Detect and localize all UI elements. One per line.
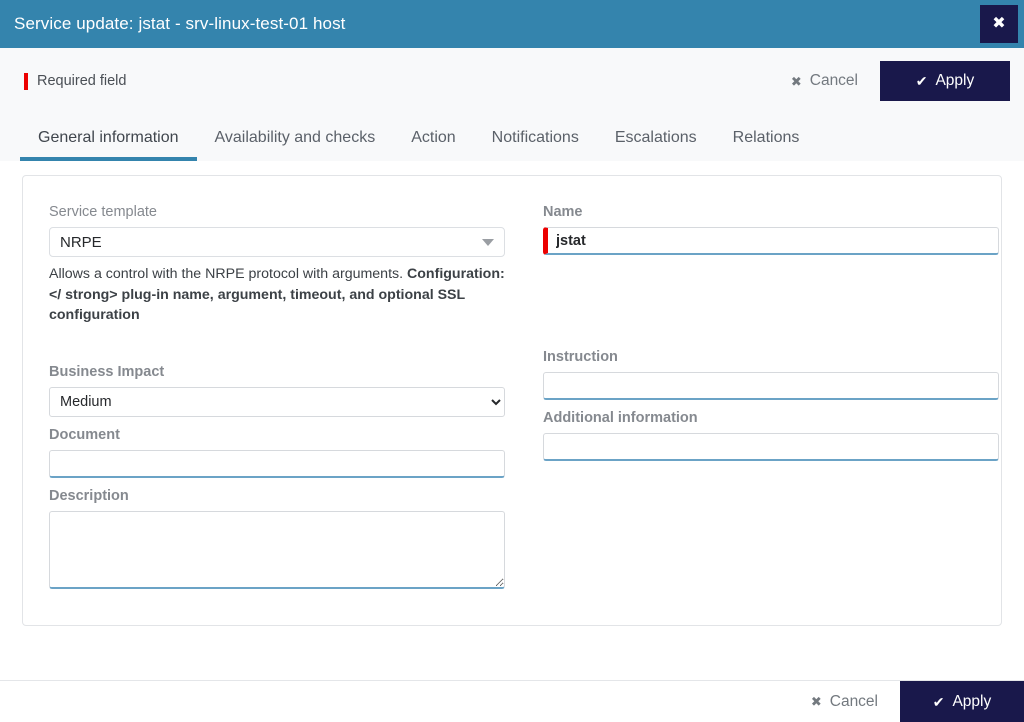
- check-icon: ✔: [932, 694, 945, 710]
- cancel-button-bottom[interactable]: ✖ Cancel: [803, 687, 886, 717]
- apply-button-label: Apply: [935, 72, 975, 89]
- tab-escalations[interactable]: Escalations: [597, 114, 715, 161]
- instruction-label: Instruction: [543, 349, 618, 365]
- tab-label: Relations: [732, 128, 800, 146]
- cancel-button-top[interactable]: ✖ Cancel: [783, 66, 866, 96]
- check-icon: ✔: [915, 73, 928, 89]
- dialog-body: Service template NRPE Allows a control w…: [0, 161, 1024, 680]
- field-name: Name: [543, 204, 999, 255]
- description-textarea[interactable]: [49, 510, 505, 589]
- form-column-left: Service template NRPE Allows a control w…: [49, 194, 505, 607]
- document-label: Document: [49, 426, 120, 443]
- required-field-legend: Required field: [24, 72, 127, 90]
- close-icon: ✖: [790, 73, 802, 89]
- apply-button-bottom[interactable]: ✔ Apply: [900, 681, 1024, 722]
- dialog-titlebar: Service update: jstat - srv-linux-test-0…: [0, 0, 1024, 48]
- additional-information-input[interactable]: [543, 433, 999, 461]
- dialog-title: Service update: jstat - srv-linux-test-0…: [14, 14, 346, 33]
- apply-button-label: Apply: [952, 693, 992, 710]
- apply-button-top[interactable]: ✔ Apply: [880, 61, 1010, 101]
- business-impact-select[interactable]: Medium: [49, 386, 505, 417]
- field-instruction: Instruction: [543, 349, 999, 400]
- tab-label: Action: [411, 128, 456, 146]
- field-additional-information: Additional information: [543, 410, 999, 461]
- service-template-help: Allows a control with the NRPE protocol …: [49, 264, 505, 326]
- dialog-toolbar: Required field ✖ Cancel ✔ Apply: [0, 48, 1024, 114]
- name-label: Name: [543, 204, 583, 220]
- tab-action[interactable]: Action: [393, 114, 473, 161]
- dialog-footer: ✖ Cancel ✔ Apply: [0, 680, 1024, 722]
- toolbar-actions: ✖ Cancel ✔ Apply: [783, 61, 1010, 101]
- tab-notifications[interactable]: Notifications: [474, 114, 597, 161]
- document-input[interactable]: [49, 449, 505, 478]
- close-icon: ✖: [810, 694, 822, 709]
- tab-bar: General information Availability and che…: [0, 114, 1024, 161]
- field-description: Description: [49, 488, 505, 594]
- service-template-help-line1: Allows a control with the NRPE protocol …: [49, 266, 404, 282]
- field-business-impact: Business Impact Medium: [49, 364, 505, 417]
- tab-availability-and-checks[interactable]: Availability and checks: [197, 114, 394, 161]
- name-input[interactable]: [543, 227, 999, 255]
- tab-general-information[interactable]: General information: [20, 114, 197, 161]
- general-information-panel: Service template NRPE Allows a control w…: [22, 175, 1002, 626]
- chevron-down-icon: [482, 238, 494, 246]
- required-field-label: Required field: [37, 73, 127, 89]
- tab-label: Escalations: [614, 128, 697, 146]
- service-template-label: Service template: [49, 204, 157, 220]
- additional-information-label: Additional information: [543, 410, 698, 426]
- cancel-button-label: Cancel: [809, 72, 858, 89]
- tab-label: Availability and checks: [214, 128, 376, 146]
- cancel-button-label: Cancel: [829, 692, 878, 710]
- service-template-value: NRPE: [60, 233, 102, 251]
- close-icon[interactable]: ✖: [980, 5, 1018, 43]
- tab-label: Notifications: [491, 128, 579, 146]
- required-marker-icon: [24, 72, 28, 90]
- business-impact-label: Business Impact: [49, 363, 165, 380]
- form-column-right: Name Instruction Additional information: [543, 194, 999, 607]
- service-template-select[interactable]: NRPE: [49, 227, 505, 257]
- service-update-dialog: Service update: jstat - srv-linux-test-0…: [0, 0, 1024, 722]
- tab-relations[interactable]: Relations: [715, 114, 818, 161]
- instruction-input[interactable]: [543, 372, 999, 400]
- field-document: Document: [49, 427, 505, 478]
- field-service-template: Service template NRPE Allows a control w…: [49, 204, 505, 326]
- tab-label: General information: [38, 128, 179, 146]
- description-label: Description: [49, 487, 129, 504]
